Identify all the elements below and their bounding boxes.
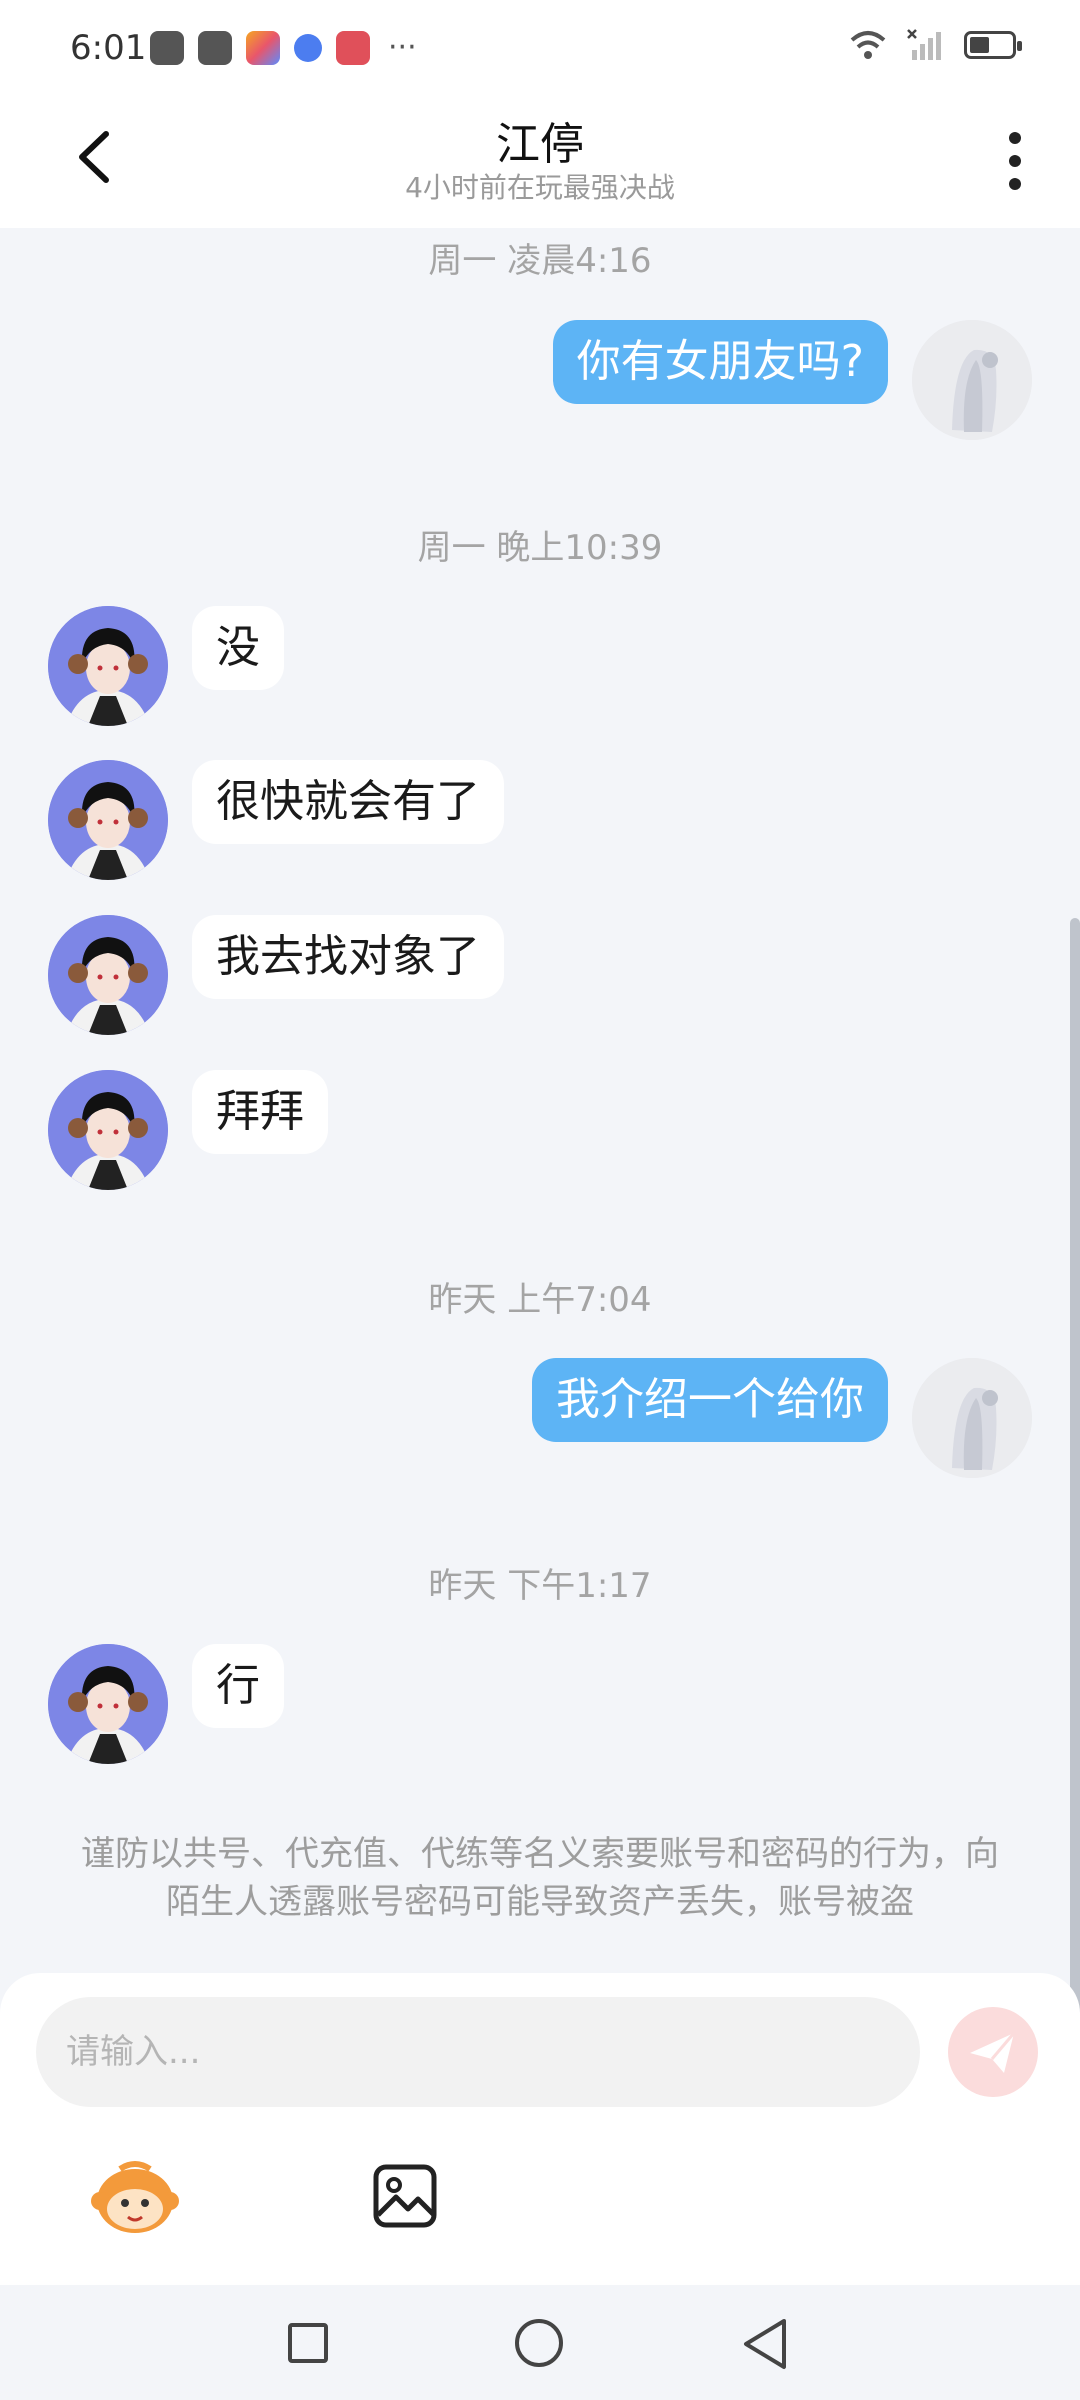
contact-name: 江停 [496,119,584,170]
my-avatar[interactable] [912,1358,1032,1478]
more-options-button[interactable] [990,126,1040,196]
paper-plane-icon [970,2032,1016,2073]
status-bar: 6:01 ··· [0,0,1080,96]
message-bubble-received[interactable]: 很快就会有了 [192,760,504,844]
message-bubble-received[interactable]: 拜拜 [192,1070,328,1154]
contact-status: 4小时前在玩最强决战 [405,171,675,204]
avatar-image [48,915,168,1035]
avatar-image [48,1644,168,1764]
avatar-image [912,320,1032,440]
input-panel [0,1973,1080,2285]
system-status [848,28,1022,62]
status-time: 6:01 [70,28,147,68]
message-bubble-received[interactable]: 我去找对象了 [192,915,504,999]
message-bubble-received[interactable]: 没 [192,606,284,690]
wifi-icon [850,31,886,59]
recent-apps-button[interactable] [288,2323,328,2363]
send-button[interactable] [948,2007,1038,2097]
contact-avatar[interactable] [48,1644,168,1764]
timestamp: 周一 晚上10:39 [417,528,663,568]
contact-avatar[interactable] [48,1070,168,1190]
chat-header: 江停 4小时前在玩最强决战 [0,96,1080,228]
avatar-image [48,1070,168,1190]
monkey-emoji-icon[interactable] [90,2157,180,2237]
contact-avatar[interactable] [48,760,168,880]
avatar-image [48,606,168,726]
browser-notification-icon [294,33,322,62]
timestamp: 周一 凌晨4:16 [428,241,652,281]
contact-avatar[interactable] [48,606,168,726]
message-bubble-sent[interactable]: 你有女朋友吗? [552,320,888,404]
notification-icons: ··· [150,30,417,65]
my-avatar[interactable] [912,320,1032,440]
message-bubble-sent[interactable]: 我介绍一个给你 [532,1358,888,1442]
app-notification-icon [150,30,184,65]
message-list[interactable]: 周一 凌晨4:16 你有女朋友吗? 周一 晚上10:39 没 很快就会有了 我去… [0,228,1080,2208]
message-input[interactable] [36,1997,920,2107]
system-back-button[interactable] [740,2317,790,2371]
no-signal-icon [907,29,941,60]
avatar-image [48,760,168,880]
app-notification-icon [198,30,232,65]
home-button[interactable] [515,2319,563,2367]
avatar-image [912,1358,1032,1478]
system-navigation-bar [0,2285,1080,2400]
battery-icon [964,31,1022,59]
message-bubble-received[interactable]: 行 [192,1644,284,1728]
image-icon[interactable] [372,2163,438,2229]
security-warning: 谨防以共号、代充值、代练等名义索要账号和密码的行为，向陌生人透露账号密码可能导致… [81,1834,999,1922]
timestamp: 昨天 上午7:04 [428,1280,652,1320]
book-notification-icon [336,30,370,65]
timestamp: 昨天 下午1:17 [428,1566,652,1606]
contact-avatar[interactable] [48,915,168,1035]
more-notifications-icon: ··· [388,30,417,65]
app-notification-icon [246,30,280,65]
